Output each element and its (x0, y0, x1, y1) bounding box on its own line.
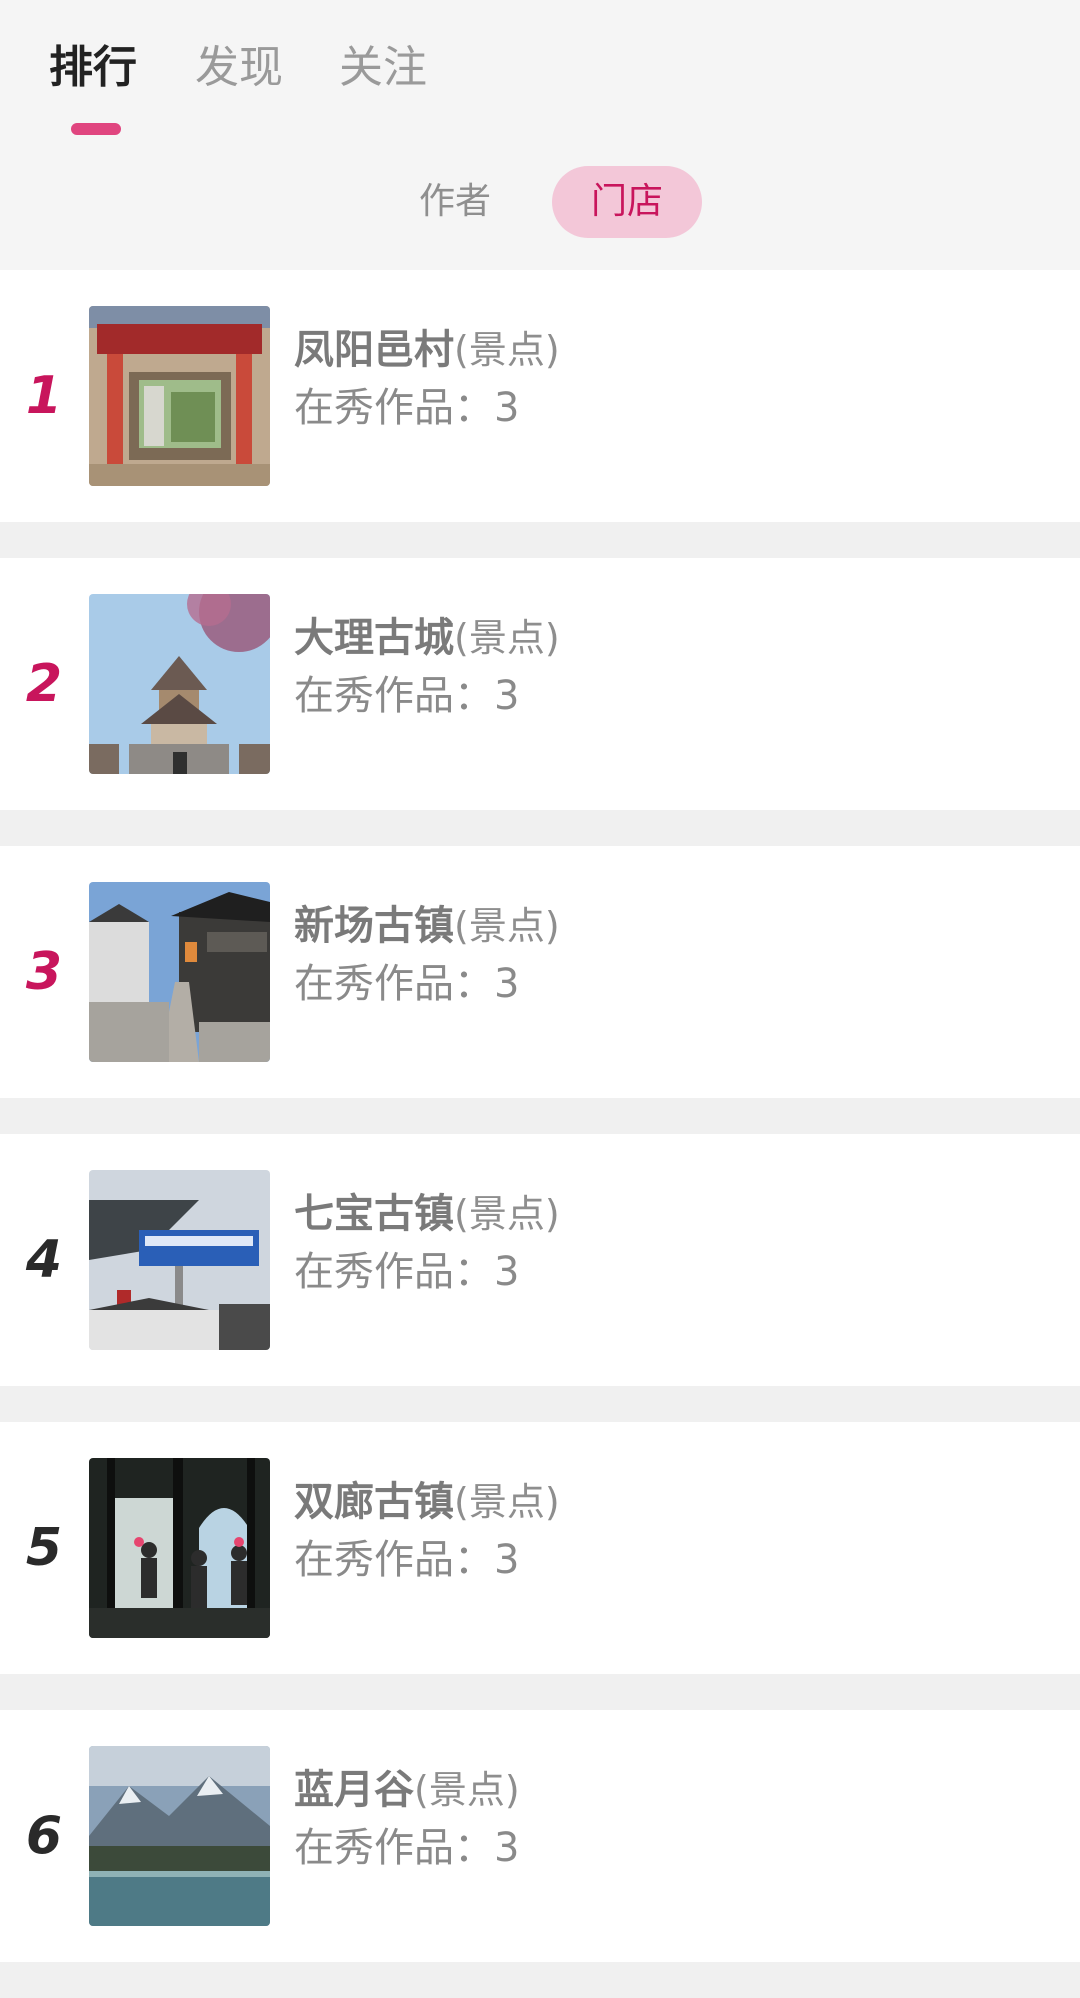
works-value: 3 (494, 385, 520, 431)
rank-number: 1 (25, 366, 63, 426)
list-item[interactable]: 5 双廊古镇(景点) 在秀作品：3 (0, 1422, 1080, 1674)
works-label: 在秀作品： (294, 961, 494, 1007)
store-name: 蓝月谷 (294, 1767, 414, 1813)
store-name: 双廊古镇 (294, 1479, 454, 1525)
street-sign-eaves-photo (89, 1170, 270, 1350)
works-value: 3 (494, 1249, 520, 1295)
rank-number: 6 (25, 1806, 63, 1866)
store-title: 双廊古镇(景点) (294, 1476, 560, 1528)
rank-number: 2 (25, 654, 63, 714)
tab-ranking[interactable]: 排行 (49, 38, 137, 98)
rank-number: 3 (25, 942, 63, 1002)
store-type: (景点) (454, 904, 560, 948)
ancient-tower-blossom-photo (89, 594, 270, 774)
store-type: (景点) (454, 328, 560, 372)
store-type: (景点) (414, 1768, 520, 1812)
store-title: 七宝古镇(景点) (294, 1188, 560, 1240)
works-value: 3 (494, 961, 520, 1007)
list-item[interactable]: 3 新场古镇(景点) 在秀作品：3 (0, 846, 1080, 1098)
ranking-list: 1 凤阳邑村(景点) 在秀作品：3 2 大理古城(景点) 在秀作品：3 3 新场… (0, 270, 1080, 1998)
tab-discover[interactable]: 发现 (195, 38, 283, 98)
store-name: 凤阳邑村 (294, 327, 454, 373)
store-type: (景点) (454, 1480, 560, 1524)
works-label: 在秀作品： (294, 385, 494, 431)
store-type: (景点) (454, 1192, 560, 1236)
ranking-filter: 作者 门店 (0, 160, 1080, 270)
top-tab-bar: 排行 发现 关注 (0, 0, 1080, 160)
store-title: 大理古城(景点) (294, 612, 560, 664)
water-town-street-photo (89, 882, 270, 1062)
village-gate-photo (89, 306, 270, 486)
filter-authors[interactable]: 作者 (395, 166, 515, 238)
list-item[interactable]: 4 七宝古镇(景点) 在秀作品：3 (0, 1134, 1080, 1386)
store-title: 新场古镇(景点) (294, 900, 560, 952)
works-count: 在秀作品：3 (294, 670, 519, 722)
store-name: 七宝古镇 (294, 1191, 454, 1237)
store-title: 凤阳邑村(景点) (294, 324, 560, 376)
list-item[interactable]: 6 蓝月谷(景点) 在秀作品：3 (0, 1710, 1080, 1962)
list-item[interactable]: 1 凤阳邑村(景点) 在秀作品：3 (0, 270, 1080, 522)
store-title: 蓝月谷(景点) (294, 1764, 520, 1816)
works-value: 3 (494, 673, 520, 719)
works-label: 在秀作品： (294, 1249, 494, 1295)
tab-following[interactable]: 关注 (339, 38, 427, 98)
filter-stores[interactable]: 门店 (552, 166, 702, 238)
works-count: 在秀作品：3 (294, 1534, 519, 1586)
list-item[interactable]: 2 大理古城(景点) 在秀作品：3 (0, 558, 1080, 810)
works-count: 在秀作品：3 (294, 1822, 519, 1874)
works-count: 在秀作品：3 (294, 1246, 519, 1298)
works-count: 在秀作品：3 (294, 382, 519, 434)
snow-mountain-lake-photo (89, 1746, 270, 1926)
works-count: 在秀作品：3 (294, 958, 519, 1010)
works-label: 在秀作品： (294, 1825, 494, 1871)
store-name: 大理古城 (294, 615, 454, 661)
store-name: 新场古镇 (294, 903, 454, 949)
rank-number: 4 (25, 1230, 63, 1290)
rank-number: 5 (25, 1518, 63, 1578)
arched-window-people-photo (89, 1458, 270, 1638)
active-tab-indicator (71, 123, 121, 135)
works-value: 3 (494, 1537, 520, 1583)
store-type: (景点) (454, 616, 560, 660)
works-label: 在秀作品： (294, 673, 494, 719)
works-label: 在秀作品： (294, 1537, 494, 1583)
works-value: 3 (494, 1825, 520, 1871)
